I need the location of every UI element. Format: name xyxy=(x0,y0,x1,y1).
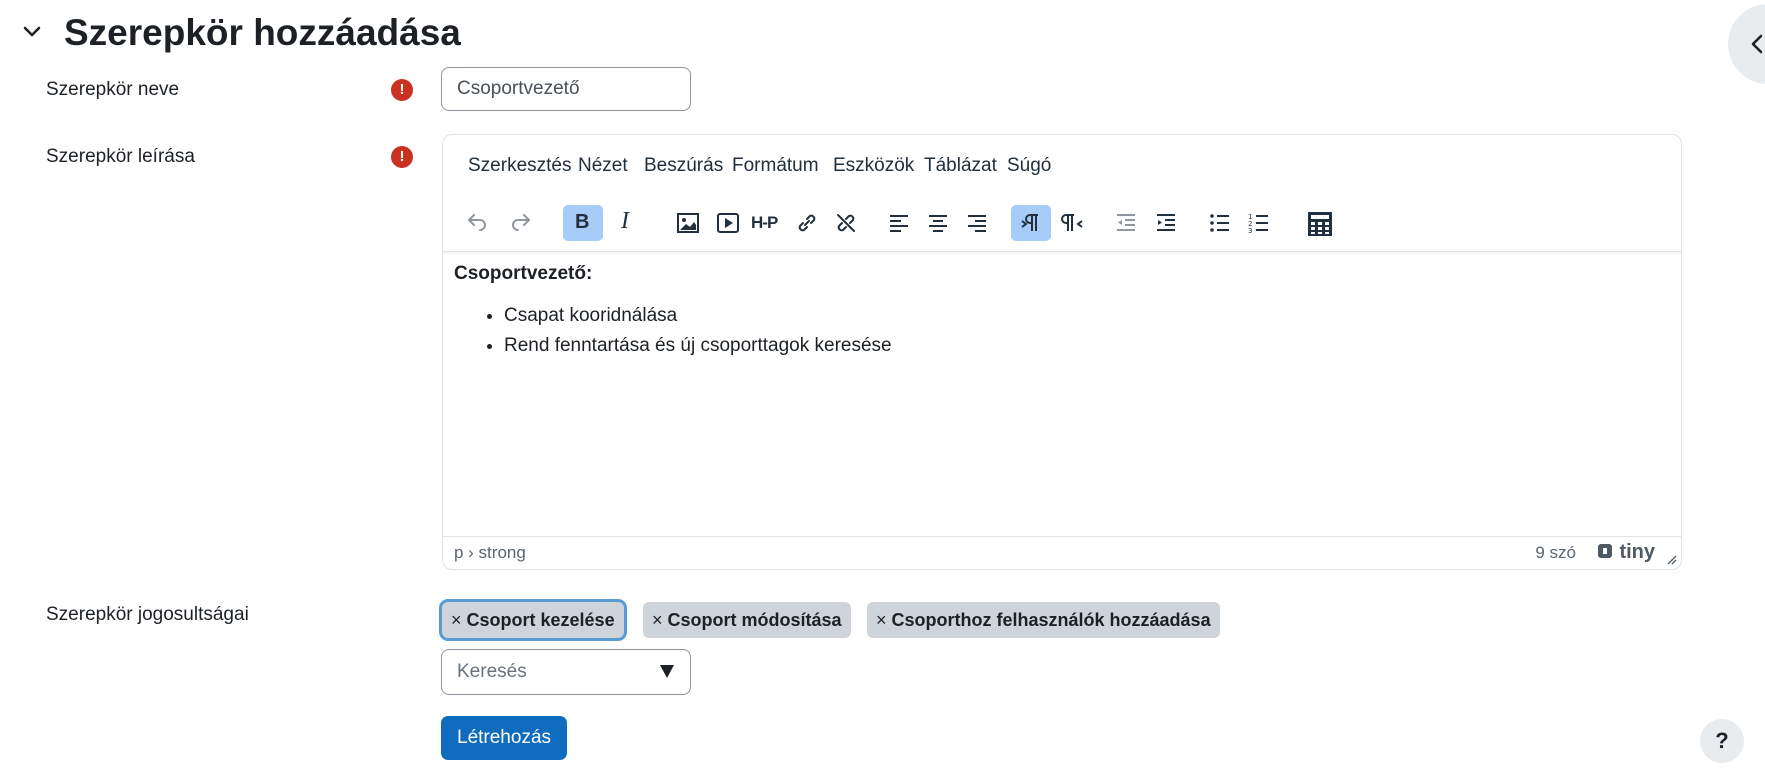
menu-help[interactable]: Súgó xyxy=(1007,155,1051,177)
required-icon: ! xyxy=(391,79,413,101)
align-right-icon[interactable] xyxy=(957,205,997,241)
rtl-icon[interactable] xyxy=(1053,205,1093,241)
resize-handle-icon[interactable] xyxy=(1665,553,1677,565)
editor-content-area[interactable]: Csoportvezető: Csapat kooridnálása Rend … xyxy=(454,263,1671,535)
bullet-list-icon[interactable] xyxy=(1200,205,1240,241)
search-placeholder: Keresés xyxy=(457,661,527,682)
align-center-icon[interactable] xyxy=(918,205,958,241)
menu-tools[interactable]: Eszközök xyxy=(833,155,914,177)
bold-icon[interactable]: B xyxy=(563,205,603,241)
outdent-icon[interactable] xyxy=(1106,205,1146,241)
ltr-icon[interactable] xyxy=(1011,205,1051,241)
link-icon[interactable] xyxy=(787,205,827,241)
remove-icon[interactable]: × xyxy=(451,610,462,630)
role-name-input[interactable]: Csoportvezető xyxy=(441,67,691,111)
remove-icon[interactable]: × xyxy=(876,610,887,630)
section-title: Szerepkör hozzáadása xyxy=(64,12,461,53)
menu-edit[interactable]: Szerkesztés xyxy=(468,155,571,177)
permission-tag[interactable]: × Csoporthoz felhasználók hozzáadása xyxy=(867,602,1220,638)
role-description-label: Szerepkör leírása xyxy=(46,146,195,167)
content-heading: Csoportvezető: xyxy=(454,263,593,284)
list-item: Rend fenntartása és új csoporttagok kere… xyxy=(504,331,892,361)
numbered-list-icon[interactable]: 123 xyxy=(1239,205,1279,241)
list-item: Csapat kooridnálása xyxy=(504,301,892,331)
undo-icon[interactable] xyxy=(457,205,497,241)
create-button[interactable]: Létrehozás xyxy=(441,716,568,760)
calculator-icon[interactable] xyxy=(1299,205,1339,241)
element-path[interactable]: p › strong xyxy=(454,543,526,563)
h5p-icon[interactable]: H-P xyxy=(748,205,788,241)
image-icon[interactable] xyxy=(668,205,708,241)
rich-text-editor: Szerkesztés Nézet Beszúrás Formátum Eszk… xyxy=(442,134,1682,570)
editor-menubar: Szerkesztés Nézet Beszúrás Formátum Eszk… xyxy=(443,135,1681,193)
editor-toolbar: B I H-P 1 2 3 xyxy=(443,193,1681,252)
editor-statusbar: p › strong 9 szó tiny xyxy=(443,536,1681,569)
remove-icon[interactable]: × xyxy=(652,610,663,630)
italic-icon[interactable]: I xyxy=(607,205,647,241)
media-icon[interactable] xyxy=(708,205,748,241)
help-button[interactable]: ? xyxy=(1700,719,1744,763)
role-name-label: Szerepkör neve xyxy=(46,79,180,100)
redo-icon[interactable] xyxy=(501,205,541,241)
word-count[interactable]: 9 szó xyxy=(1535,543,1576,563)
tiny-logo-text: tiny xyxy=(1619,541,1655,563)
permission-search-select[interactable]: Keresés xyxy=(441,649,691,695)
chevron-left-icon xyxy=(1751,34,1763,54)
collapse-chevron-icon[interactable] xyxy=(22,22,42,42)
align-left-icon[interactable] xyxy=(879,205,919,241)
menu-table[interactable]: Táblázat xyxy=(924,155,997,177)
menu-insert[interactable]: Beszúrás xyxy=(644,155,723,177)
content-list: Csapat kooridnálása Rend fenntartása és … xyxy=(454,301,892,361)
menu-view[interactable]: Nézet xyxy=(578,155,628,177)
role-permissions-label: Szerepkör jogosultságai xyxy=(46,604,249,625)
dropdown-caret-icon xyxy=(660,665,674,678)
permission-tag[interactable]: × Csoport kezelése xyxy=(439,599,627,641)
unlink-icon[interactable] xyxy=(826,205,866,241)
tiny-logo-icon xyxy=(1597,544,1612,558)
drawer-toggle-button[interactable] xyxy=(1728,4,1765,84)
tiny-logo[interactable]: tiny xyxy=(1596,541,1655,564)
indent-icon[interactable] xyxy=(1146,205,1186,241)
required-icon: ! xyxy=(391,146,413,168)
permission-tag[interactable]: × Csoport módosítása xyxy=(643,602,851,638)
svg-text:3: 3 xyxy=(1248,227,1252,235)
menu-format[interactable]: Formátum xyxy=(732,155,819,177)
